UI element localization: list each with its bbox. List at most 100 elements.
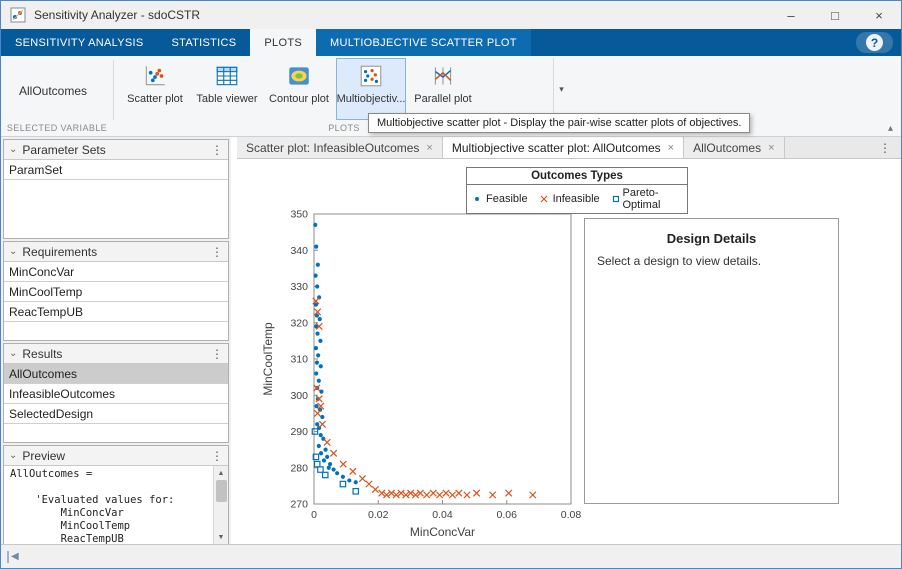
help-icon[interactable]: ? — [866, 34, 883, 51]
selected-variable-dropdown[interactable]: AllOutcomes — [19, 84, 87, 98]
selected-variable-section: AllOutcomes SELECTED VARIABLE — [1, 56, 113, 136]
doc-tabs-menu-icon[interactable]: ⋮ — [869, 137, 901, 158]
svg-text:0.08: 0.08 — [561, 509, 582, 521]
scatter-chart[interactable]: 00.020.040.060.0827028029030031032033034… — [237, 161, 583, 541]
scrollbar-thumb[interactable] — [216, 480, 227, 502]
panel-title: Preview — [22, 449, 65, 463]
panel-menu-icon[interactable]: ⋮ — [211, 449, 223, 463]
title-bar: Sensitivity Analyzer - sdoCSTR – □ × — [1, 1, 901, 29]
svg-text:320: 320 — [290, 317, 308, 329]
list-item-mincooltemp[interactable]: MinCoolTemp — [4, 282, 228, 302]
contour-plot-label: Contour plot — [269, 93, 329, 105]
list-item-alloutcomes[interactable]: AllOutcomes — [4, 364, 228, 384]
list-item-infeasibleoutcomes[interactable]: InfeasibleOutcomes — [4, 384, 228, 404]
design-details-panel: Design Details Select a design to view d… — [584, 218, 839, 504]
maximize-button[interactable]: □ — [813, 1, 857, 29]
design-details-body: Select a design to view details. — [585, 246, 838, 268]
panel-title: Requirements — [22, 245, 97, 259]
doc-tab-multiobjective-alloutcomes[interactable]: Multiobjective scatter plot: AllOutcomes… — [443, 137, 684, 158]
tab-statistics[interactable]: STATISTICS — [157, 29, 250, 56]
panel-menu-icon[interactable]: ⋮ — [211, 245, 223, 259]
scatter-plot-button[interactable]: Scatter plot — [120, 58, 190, 120]
scroll-up-icon[interactable]: ▲ — [218, 466, 225, 480]
tooltip: Multiobjective scatter plot - Display th… — [368, 113, 750, 133]
list-item-minconcvar[interactable]: MinConcVar — [4, 262, 228, 282]
chevron-down-icon: ⌄ — [9, 247, 17, 257]
chart-legend: Outcomes Types FeasibleInfeasiblePareto-… — [466, 167, 688, 214]
document-tab-bar: Scatter plot: InfeasibleOutcomes × Multi… — [237, 137, 901, 159]
toolbar-separator — [113, 60, 114, 120]
results-panel: ⌄ Results ⋮ AllOutcomes InfeasibleOutcom… — [3, 343, 229, 443]
panel-title: Results — [22, 347, 62, 361]
chevron-down-icon: ⌄ — [9, 451, 17, 461]
svg-text:310: 310 — [290, 354, 308, 366]
y-axis-label: MinCoolTemp — [261, 322, 275, 396]
window-title: Sensitivity Analyzer - sdoCSTR — [34, 8, 200, 22]
parameter-sets-panel: ⌄ Parameter Sets ⋮ ParamSet — [3, 139, 229, 239]
table-viewer-icon — [214, 63, 240, 89]
doc-tab-alloutcomes[interactable]: AllOutcomes × — [684, 137, 784, 158]
tab-sensitivity-analysis[interactable]: SENSITIVITY ANALYSIS — [1, 29, 157, 56]
close-button[interactable]: × — [857, 1, 901, 29]
restore-panel-icon[interactable]: ◀ — [7, 551, 19, 563]
minimize-button[interactable]: – — [769, 1, 813, 29]
parallel-plot-button[interactable]: Parallel plot — [408, 58, 478, 120]
doc-tab-scatter-infeasible[interactable]: Scatter plot: InfeasibleOutcomes × — [237, 137, 443, 158]
svg-text:0: 0 — [311, 509, 317, 521]
preview-header[interactable]: ⌄ Preview ⋮ — [4, 446, 228, 466]
gallery-dropdown-button[interactable]: ▾ — [553, 58, 569, 120]
requirements-header[interactable]: ⌄ Requirements ⋮ — [4, 242, 228, 262]
preview-panel: ⌄ Preview ⋮ AllOutcomes = 'Evaluated val… — [3, 445, 229, 545]
list-item-reactempub[interactable]: ReacTempUB — [4, 302, 228, 322]
legend-entries: FeasibleInfeasiblePareto-Optimal — [467, 185, 687, 213]
table-viewer-button[interactable]: Table viewer — [192, 58, 262, 120]
close-icon[interactable]: × — [668, 142, 674, 154]
scroll-down-icon[interactable]: ▼ — [218, 530, 225, 544]
svg-text:0.06: 0.06 — [497, 509, 518, 521]
svg-text:330: 330 — [290, 281, 308, 293]
svg-text:350: 350 — [290, 209, 308, 221]
preview-scrollbar[interactable]: ▲ ▼ — [213, 466, 228, 544]
plot-canvas: Outcomes Types FeasibleInfeasiblePareto-… — [237, 159, 901, 544]
tab-multiobjective-scatter-plot[interactable]: MULTIOBJECTIVE SCATTER PLOT — [316, 29, 531, 56]
panel-menu-icon[interactable]: ⋮ — [211, 143, 223, 157]
close-icon[interactable]: × — [426, 142, 432, 154]
ribbon-tab-bar: SENSITIVITY ANALYSIS STATISTICS PLOTS MU… — [1, 29, 901, 56]
svg-text:270: 270 — [290, 499, 308, 511]
chevron-down-icon: ⌄ — [9, 145, 17, 155]
collapse-ribbon-icon[interactable]: ▴ — [888, 123, 893, 134]
multiobjective-scatter-plot-button[interactable]: Multiobjectiv... — [336, 58, 406, 120]
doc-tab-label: AllOutcomes — [693, 141, 761, 155]
legend-entry-feasible: Feasible — [471, 193, 528, 205]
x-marker-icon — [538, 194, 550, 204]
list-item-selecteddesign[interactable]: SelectedDesign — [4, 404, 228, 424]
legend-title: Outcomes Types — [467, 168, 687, 185]
svg-text:280: 280 — [290, 462, 308, 474]
doc-tab-label: Scatter plot: InfeasibleOutcomes — [246, 141, 419, 155]
parallel-plot-icon — [430, 63, 456, 89]
scatter-plot-label: Scatter plot — [127, 93, 183, 105]
panel-menu-icon[interactable]: ⋮ — [211, 347, 223, 361]
tab-plots[interactable]: PLOTS — [250, 29, 316, 56]
svg-text:290: 290 — [290, 426, 308, 438]
square-marker-icon — [610, 194, 620, 204]
contour-plot-button[interactable]: Contour plot — [264, 58, 334, 120]
x-axis-label: MinConcVar — [410, 525, 475, 539]
requirements-panel: ⌄ Requirements ⋮ MinConcVar MinCoolTemp … — [3, 241, 229, 341]
parameter-sets-header[interactable]: ⌄ Parameter Sets ⋮ — [4, 140, 228, 160]
multiobjective-scatter-plot-label: Multiobjectiv... — [337, 93, 406, 105]
doc-tab-label: Multiobjective scatter plot: AllOutcomes — [452, 141, 661, 155]
panel-title: Parameter Sets — [22, 143, 105, 157]
close-icon[interactable]: × — [768, 142, 774, 154]
svg-text:340: 340 — [290, 245, 308, 257]
parallel-plot-label: Parallel plot — [414, 93, 471, 105]
main-content: Scatter plot: InfeasibleOutcomes × Multi… — [237, 137, 901, 544]
svg-text:0.04: 0.04 — [432, 509, 453, 521]
results-header[interactable]: ⌄ Results ⋮ — [4, 344, 228, 364]
scatter-plot-icon — [142, 63, 168, 89]
contour-plot-icon — [286, 63, 312, 89]
list-item-paramset[interactable]: ParamSet — [4, 160, 228, 180]
preview-text: AllOutcomes = 'Evaluated values for: Min… — [4, 466, 228, 545]
legend-entry-infeasible: Infeasible — [538, 193, 600, 205]
status-bar: ◀ — [1, 544, 901, 568]
